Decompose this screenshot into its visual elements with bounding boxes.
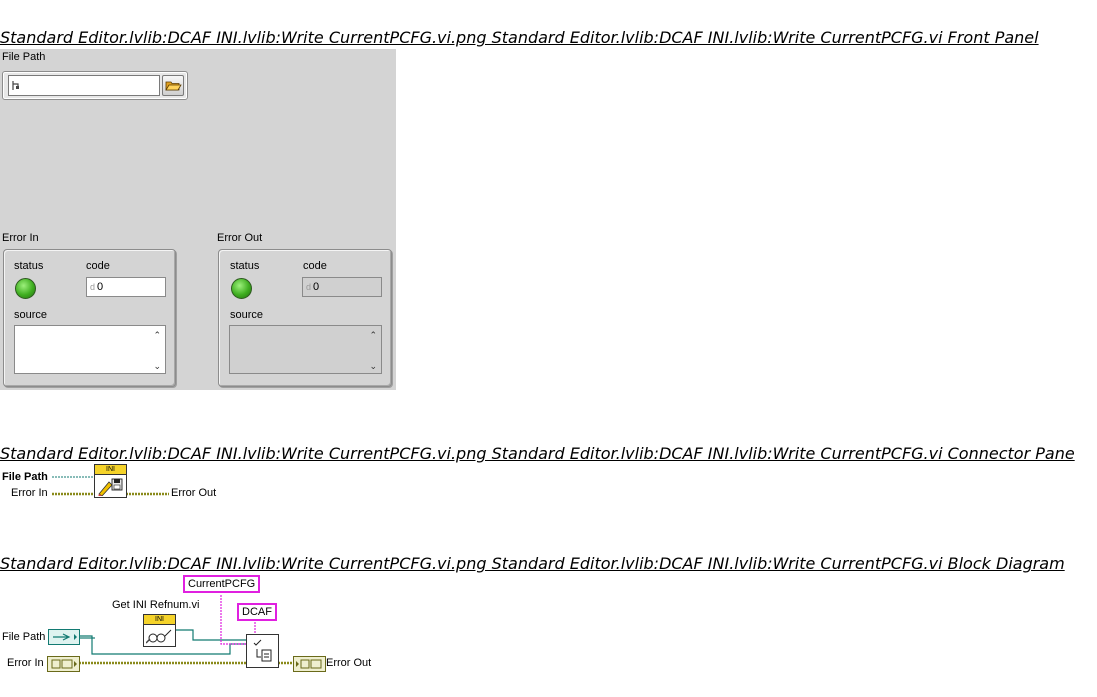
- error-in-source-label: source: [14, 309, 48, 321]
- error-cluster-icon: [296, 659, 322, 669]
- error-out-label: Error Out: [217, 232, 263, 244]
- error-in-status-led[interactable]: [15, 278, 36, 299]
- scroll-up-arrow-icon[interactable]: ⌃: [369, 330, 377, 340]
- connector-pane-title: Standard Editor.lvlib:DCAF INI.lvlib:Wri…: [0, 444, 1075, 463]
- vi-icon-banner: INI: [95, 465, 126, 475]
- bd-error-in-label: Error In: [7, 657, 44, 669]
- radix-indicator: d: [90, 282, 96, 292]
- scroll-down-arrow-icon[interactable]: ⌄: [369, 361, 377, 371]
- refnum-key-icon: [146, 629, 172, 644]
- front-panel-title: Standard Editor.lvlib:DCAF INI.lvlib:Wri…: [0, 28, 1039, 47]
- key-string-constant[interactable]: DCAF: [237, 603, 277, 621]
- section-string-constant[interactable]: CurrentPCFG: [183, 575, 261, 593]
- error-out-cluster: status code d0 source ⌃ ⌄: [218, 249, 392, 387]
- get-ini-refnum-subvi[interactable]: INI: [143, 614, 176, 647]
- error-out-code-indicator: d0: [302, 277, 382, 297]
- subvi-label: Get INI Refnum.vi: [112, 599, 200, 611]
- block-diagram-title: Standard Editor.lvlib:DCAF INI.lvlib:Wri…: [0, 554, 1065, 573]
- subvi-banner: INI: [144, 615, 175, 625]
- block-diagram: CurrentPCFG DCAF Get INI Refnum.vi INI F…: [0, 574, 400, 674]
- save-pencil-icon: [98, 478, 123, 496]
- path-terminal-icon: [53, 633, 77, 641]
- error-out-terminal[interactable]: [293, 656, 326, 672]
- error-out-status-label: status: [230, 260, 260, 272]
- error-out-source-label: source: [230, 309, 264, 321]
- error-in-cluster: status code d0 source ⌃ ⌄: [3, 249, 176, 387]
- browse-button[interactable]: [162, 75, 184, 96]
- error-in-label: Error In: [2, 232, 39, 244]
- file-path-label: File Path: [2, 51, 46, 63]
- file-path-control: [2, 71, 188, 100]
- radix-indicator: d: [306, 282, 312, 292]
- file-path-input[interactable]: [8, 75, 160, 96]
- folder-open-icon: [165, 81, 182, 91]
- cp-error-out-label: Error Out: [171, 487, 217, 499]
- path-symbol-icon: [12, 81, 19, 90]
- write-currentpcfg-icon[interactable]: INI: [94, 464, 127, 498]
- error-in-terminal[interactable]: [47, 656, 80, 672]
- file-path-terminal[interactable]: [48, 629, 80, 645]
- error-out-status-led: [231, 278, 252, 299]
- write-key-node[interactable]: [246, 634, 279, 668]
- error-in-code-label: code: [86, 260, 110, 272]
- error-out-code-label: code: [303, 260, 327, 272]
- bd-error-out-label: Error Out: [326, 657, 372, 669]
- error-in-code-field[interactable]: d0: [86, 277, 166, 297]
- connector-pane: File Path Error In INI Error Out: [0, 463, 240, 503]
- error-in-source-field[interactable]: ⌃ ⌄: [14, 325, 166, 374]
- front-panel: File Path Error In status code d0 source…: [0, 49, 396, 390]
- error-in-status-label: status: [14, 260, 44, 272]
- scroll-down-arrow-icon[interactable]: ⌄: [153, 361, 161, 371]
- write-key-icon: [253, 639, 272, 662]
- error-out-source-indicator: ⌃ ⌄: [229, 325, 382, 374]
- bd-file-path-label: File Path: [2, 631, 46, 643]
- scroll-up-arrow-icon[interactable]: ⌃: [153, 330, 161, 340]
- error-cluster-icon: [51, 659, 77, 669]
